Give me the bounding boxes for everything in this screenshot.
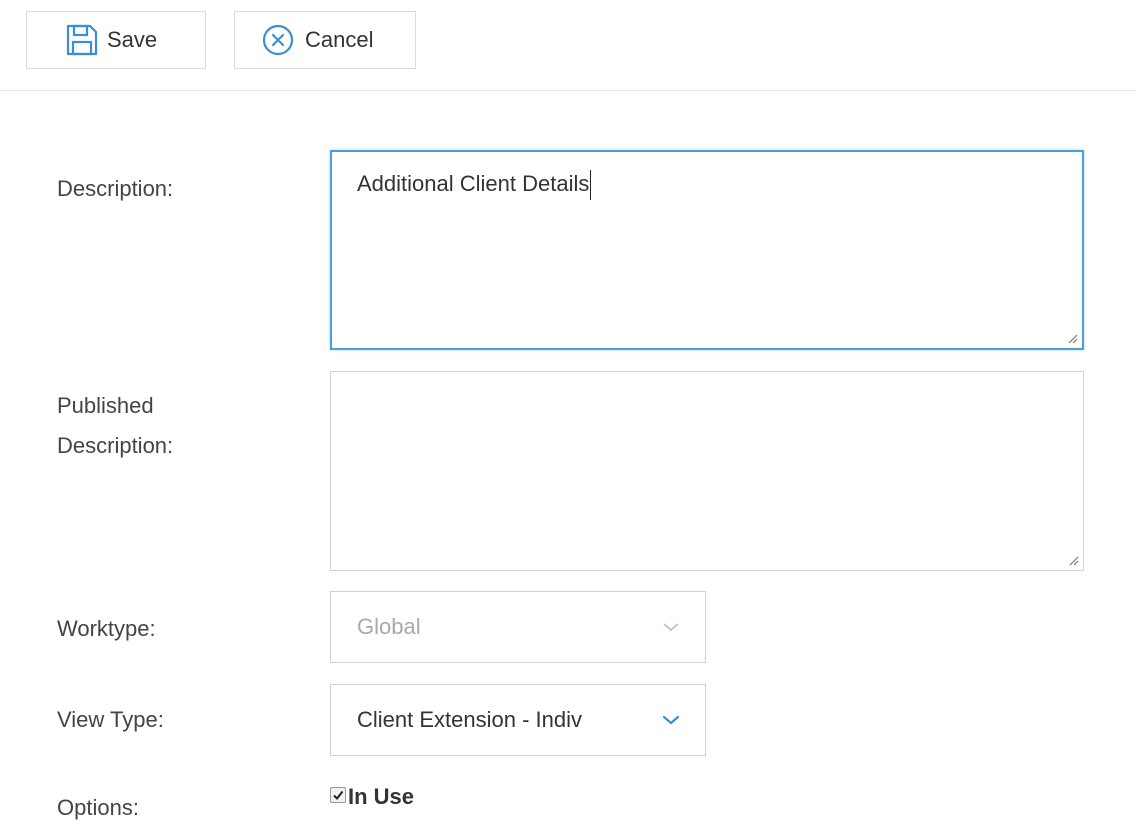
in-use-label: In Use	[348, 784, 415, 809]
cancel-icon	[259, 21, 297, 59]
description-textarea[interactable]: Additional Client Details	[330, 150, 1084, 350]
text-caret	[590, 170, 592, 200]
toolbar: Save Cancel	[0, 0, 1136, 91]
save-label: Save	[107, 27, 158, 52]
published-description-textarea[interactable]	[330, 371, 1084, 571]
view-type-value: Client Extension - Indiv	[357, 707, 582, 732]
view-type-select[interactable]: Client Extension - Indiv	[330, 684, 706, 756]
options-label: Options:	[57, 795, 139, 820]
published-description-label-line2: Description:	[57, 433, 174, 458]
cancel-button[interactable]: Cancel	[234, 11, 416, 69]
in-use-checkbox[interactable]	[330, 787, 346, 803]
chevron-down-icon[interactable]	[659, 708, 683, 732]
cancel-label: Cancel	[305, 27, 374, 52]
view-type-label: View Type:	[57, 707, 164, 732]
worktype-select: Global	[330, 591, 706, 663]
chevron-down-icon	[659, 615, 683, 639]
save-icon	[63, 21, 101, 59]
worktype-value: Global	[357, 614, 421, 639]
resize-grip-icon[interactable]	[1066, 332, 1078, 344]
published-description-label: Published Description:	[57, 386, 173, 466]
in-use-option[interactable]: In Use	[330, 784, 414, 810]
save-button[interactable]: Save	[26, 11, 206, 69]
worktype-label: Worktype:	[57, 616, 156, 641]
resize-grip-icon[interactable]	[1067, 554, 1079, 566]
checkmark-icon	[333, 790, 344, 801]
published-description-label-line1: Published	[57, 393, 154, 418]
description-value: Additional Client Details	[357, 170, 590, 196]
description-label: Description:	[57, 176, 174, 201]
